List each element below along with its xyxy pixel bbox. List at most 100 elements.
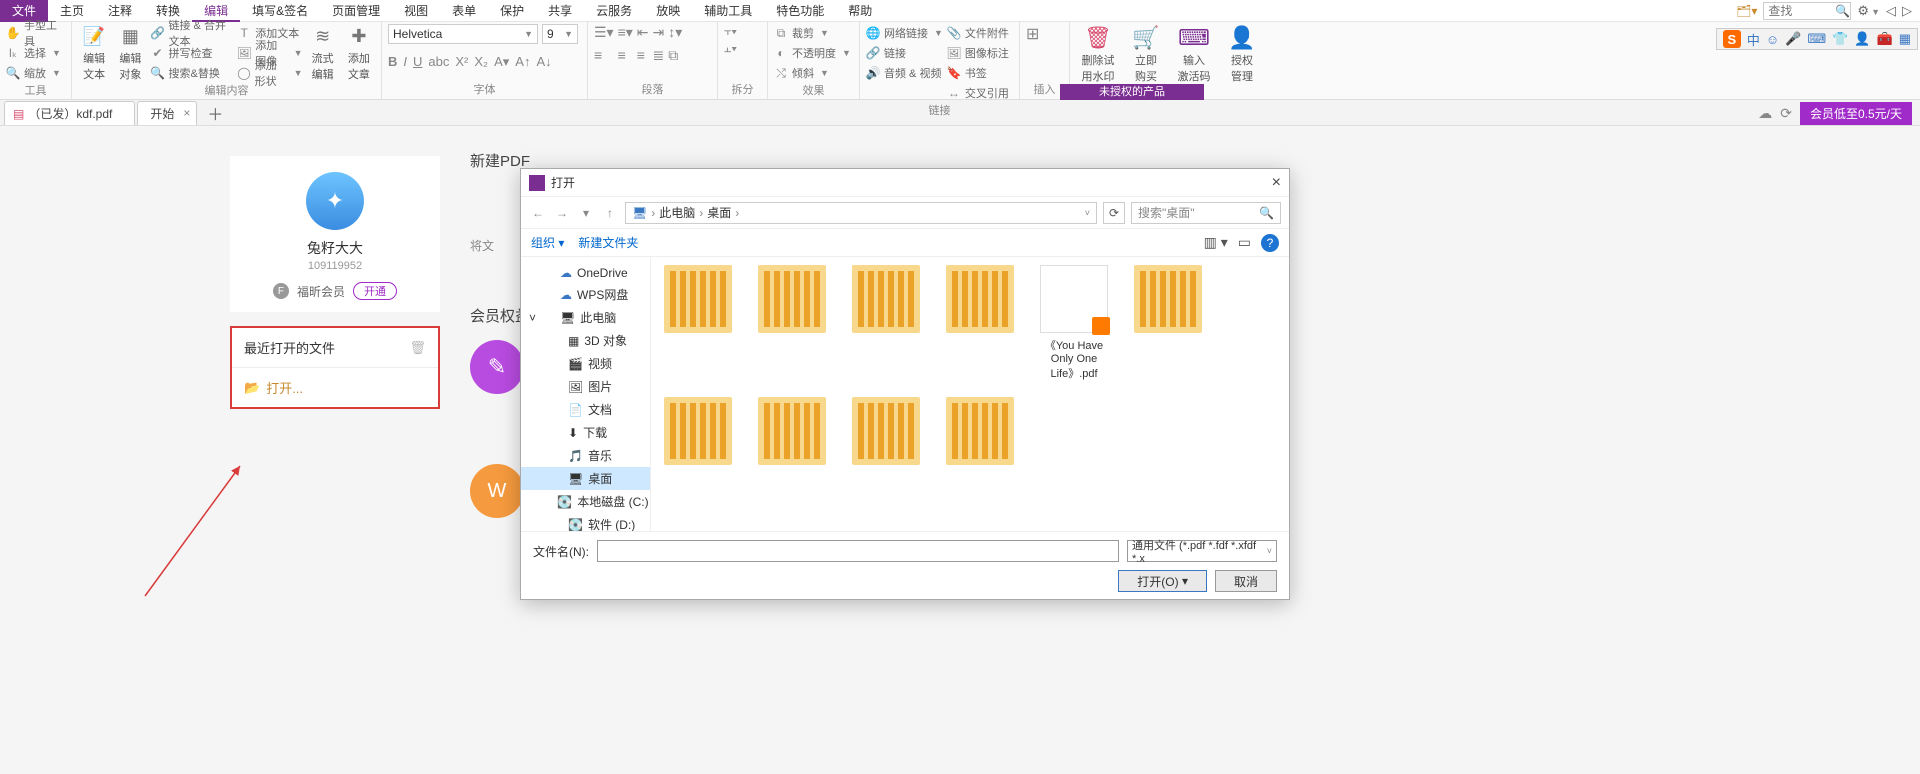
spellcheck[interactable]: ✔拼写检查: [151, 44, 234, 62]
ime-mic-icon[interactable]: 🎤: [1785, 31, 1801, 47]
menu-form[interactable]: 表单: [440, 0, 488, 22]
menu-features[interactable]: 特色功能: [764, 0, 836, 22]
close-icon[interactable]: ×: [183, 106, 190, 120]
split-h-button[interactable]: ⫟▾: [724, 24, 737, 39]
address-bar[interactable]: 🖥 ›此电脑 ›桌面 › ˅: [625, 202, 1097, 224]
ime-emoji-icon[interactable]: ☺: [1766, 32, 1779, 47]
avatar[interactable]: ✦: [306, 172, 364, 230]
search-icon[interactable]: 🔍: [1259, 206, 1274, 220]
license-manage-button[interactable]: 👤授权 管理: [1220, 24, 1264, 84]
sogou-icon[interactable]: S: [1723, 30, 1741, 48]
font-color-button[interactable]: A▾: [494, 54, 509, 70]
nav-recent-button[interactable]: ▾: [577, 206, 595, 220]
filetype-select[interactable]: 通用文件 (*.pdf *.fdf *.xfdf *.x˅: [1127, 540, 1277, 562]
flip-button[interactable]: ⤭倾斜▼: [774, 64, 851, 82]
ime-lang[interactable]: 中: [1747, 30, 1760, 49]
file-item[interactable]: 《You Have Only One Life》.pdf: [1035, 265, 1113, 381]
ime-user-icon[interactable]: 👤: [1854, 31, 1870, 47]
menu-slideshow[interactable]: 放映: [644, 0, 692, 22]
file-item[interactable]: [941, 265, 1019, 381]
menu-pages[interactable]: 页面管理: [320, 0, 392, 22]
nav-back-button[interactable]: ←: [529, 206, 547, 220]
search-input[interactable]: [1764, 4, 1834, 18]
strike-button[interactable]: abc: [428, 54, 449, 70]
file-item[interactable]: [847, 397, 925, 469]
activation-code-button[interactable]: ⌨输入 激活码: [1172, 24, 1216, 84]
nav-up-button[interactable]: ↑: [601, 206, 619, 220]
ime-bar[interactable]: S 中 ☺ 🎤 ⌨ 👕 👤 🧰 ▦: [1716, 28, 1918, 50]
ime-menu-icon[interactable]: ▦: [1899, 31, 1911, 47]
image-annot-button[interactable]: 🖼图像标注: [947, 44, 1009, 62]
menu-assist[interactable]: 辅助工具: [692, 0, 764, 22]
link-merge[interactable]: 🔗链接 & 合并文本: [151, 24, 234, 42]
benefit-edit-icon[interactable]: ✎: [470, 340, 524, 394]
menu-annotate[interactable]: 注释: [96, 0, 144, 22]
tree-node[interactable]: 📄 文档: [521, 398, 650, 421]
edit-text-button[interactable]: 📝编辑 文本: [78, 24, 110, 82]
file-item[interactable]: [1129, 265, 1207, 381]
buy-now-button[interactable]: 🛒立即 购买: [1124, 24, 1168, 84]
av-button[interactable]: 🔊音频 & 视频: [866, 64, 943, 82]
superscript-button[interactable]: X²: [455, 54, 468, 70]
menu-help[interactable]: 帮助: [836, 0, 884, 22]
italic-button[interactable]: I: [403, 54, 407, 70]
tree-node[interactable]: 🎬 视频: [521, 352, 650, 375]
underline-button[interactable]: U: [413, 54, 422, 70]
file-item[interactable]: [659, 265, 737, 381]
align-right-button[interactable]: ≡: [637, 47, 649, 63]
new-tab-button[interactable]: ＋: [199, 101, 231, 125]
shrink-font-button[interactable]: A↓: [536, 54, 551, 70]
zoom-tool[interactable]: 🔍缩放▼: [6, 64, 65, 82]
xref-button[interactable]: ↔交叉引用: [947, 84, 1009, 102]
subscript-button[interactable]: X₂: [474, 54, 488, 70]
path-seg[interactable]: 桌面: [707, 204, 731, 221]
menu-view[interactable]: 视图: [392, 0, 440, 22]
ime-skin-icon[interactable]: 👕: [1832, 31, 1848, 47]
tree-node[interactable]: 🖥 桌面: [521, 467, 650, 490]
crop-button[interactable]: ⧉裁剪▼: [774, 24, 851, 42]
add-article-button[interactable]: ✚添加 文章: [343, 24, 375, 82]
preview-pane-button[interactable]: ▭: [1238, 234, 1251, 252]
search-box[interactable]: 🔍: [1763, 2, 1851, 20]
nav-forward-button[interactable]: →: [553, 206, 571, 220]
new-folder-button[interactable]: 新建文件夹: [578, 234, 638, 251]
benefit-word-icon[interactable]: W: [470, 464, 524, 518]
tree-node[interactable]: 💽 软件 (D:): [521, 513, 650, 531]
folder-search-icon[interactable]: 🗂▾: [1736, 4, 1757, 18]
search-icon[interactable]: 🔍: [1834, 4, 1850, 18]
tree-node[interactable]: ▦ 3D 对象: [521, 329, 650, 352]
menu-protect[interactable]: 保护: [488, 0, 536, 22]
tree-node[interactable]: ☁ WPS网盘: [521, 283, 650, 306]
numbering-button[interactable]: ≡▾: [618, 24, 633, 41]
cloud-icon[interactable]: ☁: [1758, 105, 1772, 122]
tree-node[interactable]: ☁ OneDrive: [521, 263, 650, 283]
dialog-search[interactable]: 搜索"桌面" 🔍: [1131, 202, 1281, 224]
bullets-button[interactable]: ☰▾: [594, 24, 614, 41]
tree-node[interactable]: ˅ 🖥 此电脑: [521, 306, 650, 329]
path-seg[interactable]: 此电脑: [659, 204, 695, 221]
tab-start[interactable]: 开始 ×: [137, 101, 197, 125]
attach-button[interactable]: 📎文件附件: [947, 24, 1009, 42]
tree-node[interactable]: 🎵 音乐: [521, 444, 650, 467]
dialog-close-button[interactable]: ×: [1272, 174, 1281, 192]
filename-input[interactable]: [597, 540, 1119, 562]
font-name-select[interactable]: Helvetica▼: [388, 24, 538, 44]
clear-recent-icon[interactable]: 🗑: [409, 340, 426, 356]
view-mode-button[interactable]: ▥ ▾: [1204, 234, 1228, 252]
line-spacing-button[interactable]: ↕▾: [668, 24, 682, 41]
file-item[interactable]: [659, 397, 737, 469]
folder-tree[interactable]: ☁ OneDrive☁ WPS网盘˅ 🖥 此电脑 ▦ 3D 对象 🎬 视频 🖼 …: [521, 257, 651, 531]
web-link-button[interactable]: 🌐网络链接▼: [866, 24, 943, 42]
opacity-button[interactable]: ◐不透明度▼: [774, 44, 851, 62]
font-size-select[interactable]: 9▼: [542, 24, 578, 44]
dialog-open-button[interactable]: 打开(O) ▾: [1118, 570, 1207, 592]
member-promo[interactable]: 会员低至0.5元/天: [1800, 102, 1912, 125]
menu-fillsign[interactable]: 填写&签名: [240, 0, 320, 22]
dialog-cancel-button[interactable]: 取消: [1215, 570, 1277, 592]
menu-share[interactable]: 共享: [536, 0, 584, 22]
tree-node[interactable]: ⬇ 下载: [521, 421, 650, 444]
nav-back-icon[interactable]: ◁: [1886, 3, 1896, 19]
nav-fwd-icon[interactable]: ▷: [1902, 3, 1912, 19]
justify-button[interactable]: ≣: [653, 47, 665, 64]
tree-node[interactable]: 🖼 图片: [521, 375, 650, 398]
